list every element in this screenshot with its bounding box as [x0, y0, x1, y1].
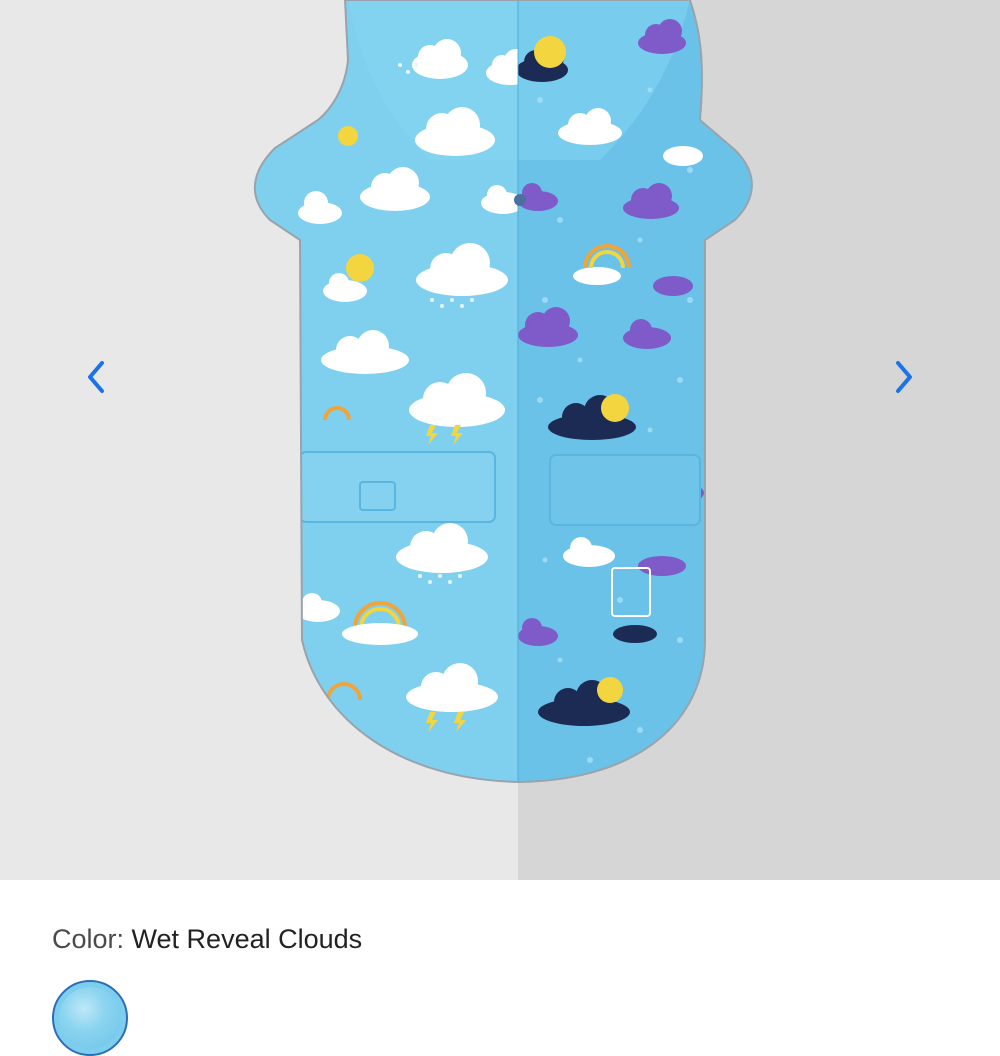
previous-image-button[interactable]: [70, 352, 120, 402]
product-image: [253, 0, 753, 784]
selected-color-text: Color: Wet Reveal Clouds: [52, 922, 362, 956]
color-swatch-button[interactable]: [52, 980, 128, 1056]
product-image-gallery: [0, 0, 1000, 880]
chevron-right-icon: [896, 361, 912, 393]
color-label: Color:: [52, 924, 125, 954]
color-swatch-icon: [59, 987, 121, 1049]
next-image-button[interactable]: [880, 352, 930, 402]
chevron-left-icon: [88, 361, 104, 393]
color-value: Wet Reveal Clouds: [131, 924, 363, 954]
